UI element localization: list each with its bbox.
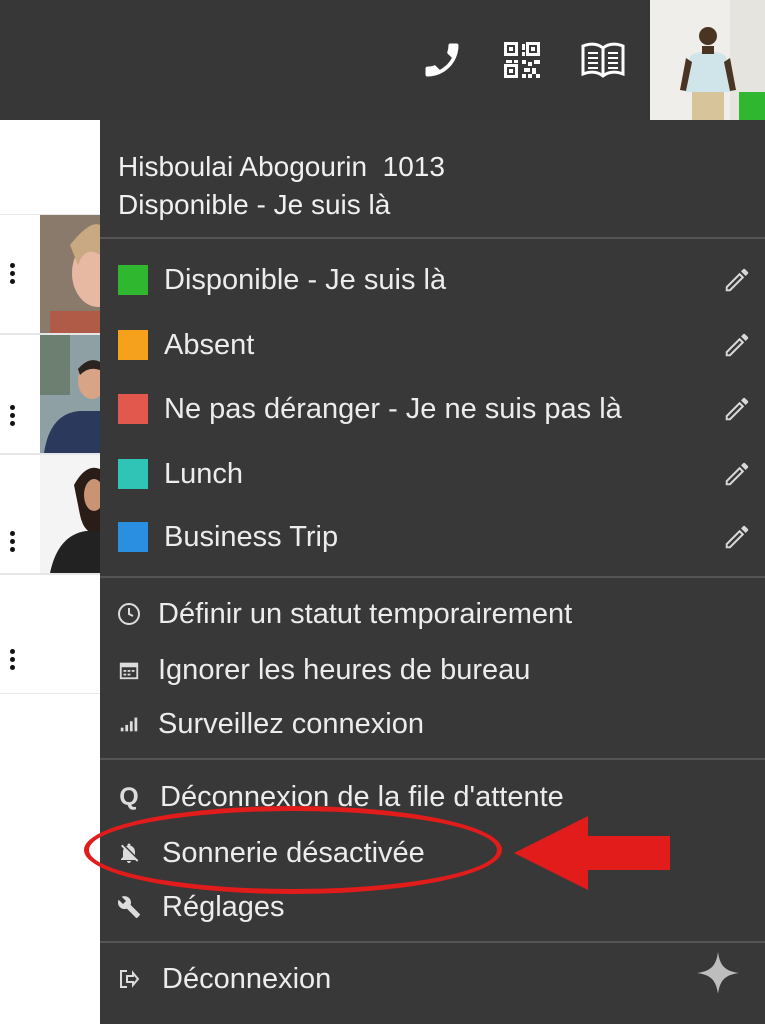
- option-label: Déconnexion: [162, 962, 332, 995]
- more-options-icon[interactable]: [8, 405, 16, 426]
- option-set-temporary-status[interactable]: Définir un statut temporairement: [100, 587, 765, 641]
- user-avatar[interactable]: [650, 0, 765, 120]
- top-bar: [0, 0, 765, 120]
- list-item[interactable]: [0, 334, 100, 454]
- option-label: Réglages: [162, 890, 285, 923]
- pencil-icon[interactable]: [720, 263, 754, 297]
- status-color-swatch: [118, 394, 148, 424]
- pencil-icon[interactable]: [720, 520, 754, 554]
- profile-header: Hisboulai Abogourin 1013 Disponible - Je…: [118, 148, 445, 224]
- phone-icon[interactable]: [420, 38, 464, 82]
- status-item-ne-pas-deranger[interactable]: Ne pas déranger - Je ne suis pas là: [100, 377, 765, 441]
- annotation-ring: [84, 806, 502, 894]
- divider: [100, 576, 765, 578]
- status-color-swatch: [118, 330, 148, 360]
- calendar-icon: [116, 657, 142, 683]
- more-options-icon[interactable]: [8, 263, 16, 284]
- option-monitor-connection[interactable]: Surveillez connexion: [100, 697, 765, 751]
- option-ignore-office-hours[interactable]: Ignorer les heures de bureau: [100, 643, 765, 697]
- option-label: Définir un statut temporairement: [158, 597, 573, 630]
- pencil-icon[interactable]: [720, 392, 754, 426]
- logout-icon: [116, 966, 142, 992]
- wrench-icon: [116, 894, 142, 920]
- contact-list: [0, 120, 100, 1024]
- pencil-icon[interactable]: [720, 457, 754, 491]
- divider: [100, 758, 765, 760]
- divider: [100, 237, 765, 239]
- status-label: Business Trip: [164, 520, 339, 553]
- divider: [100, 941, 765, 943]
- status-item-disponible[interactable]: Disponible - Je suis là: [100, 248, 765, 312]
- book-icon[interactable]: [578, 38, 628, 82]
- list-item[interactable]: [0, 214, 100, 334]
- option-label: Ignorer les heures de bureau: [158, 653, 531, 686]
- signal-icon: [116, 711, 142, 737]
- clock-icon: [116, 601, 142, 627]
- queue-icon: Q: [119, 782, 139, 811]
- status-item-lunch[interactable]: Lunch: [100, 442, 765, 506]
- more-options-icon[interactable]: [8, 531, 16, 552]
- status-color-swatch: [118, 265, 148, 295]
- user-name-extension: Hisboulai Abogourin 1013: [118, 151, 445, 182]
- contact-avatar: [40, 455, 100, 573]
- status-label: Disponible - Je suis là: [164, 263, 447, 296]
- more-options-icon[interactable]: [8, 649, 16, 670]
- status-label: Absent: [164, 328, 255, 361]
- option-label: Surveillez connexion: [158, 707, 424, 740]
- status-item-absent[interactable]: Absent: [100, 313, 765, 377]
- list-item[interactable]: [0, 454, 100, 574]
- status-color-swatch: [118, 459, 148, 489]
- status-item-business-trip[interactable]: Business Trip: [100, 505, 765, 569]
- current-status: Disponible - Je suis là: [118, 189, 391, 220]
- contact-avatar: [40, 215, 100, 333]
- qr-code-icon[interactable]: [500, 38, 544, 82]
- pencil-icon[interactable]: [720, 328, 754, 362]
- contact-avatar: [40, 335, 100, 453]
- presence-indicator: [739, 92, 765, 120]
- status-color-swatch: [118, 522, 148, 552]
- annotation-arrow-icon: [514, 816, 670, 890]
- status-label: Lunch: [164, 457, 244, 490]
- list-item[interactable]: [0, 574, 100, 694]
- status-label: Ne pas déranger - Je ne suis pas là: [164, 392, 622, 425]
- sparkle-icon: [697, 952, 739, 994]
- option-logout[interactable]: Déconnexion: [100, 952, 765, 1006]
